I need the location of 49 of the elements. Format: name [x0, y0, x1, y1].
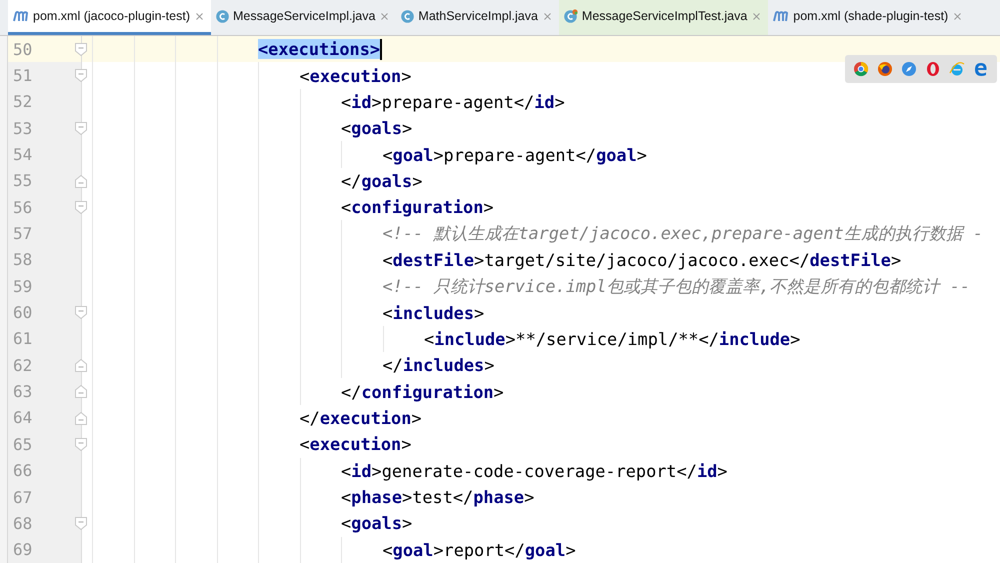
code-line: <goals>: [341, 513, 412, 534]
line-number: 59: [12, 276, 32, 296]
code-line: <id>generate-code-coverage-report</id>: [341, 460, 728, 481]
code-line: </execution>: [300, 408, 422, 428]
tab-label: MathServiceImpl.java: [418, 9, 538, 23]
line-number: 62: [12, 356, 32, 375]
code-line: <include>**/service/impl/**</include>: [424, 328, 800, 349]
code-line: </configuration>: [341, 382, 504, 402]
code-line: </includes>: [382, 355, 494, 376]
code-line: <phase>test</phase>: [341, 487, 534, 508]
code-line: <goal>report</goal>: [382, 540, 576, 560]
line-number: 67: [12, 488, 32, 507]
line-number: 61: [12, 329, 32, 348]
editor-tab[interactable]: MessageServiceImplTest.java: [558, 0, 768, 35]
code-line: <!-- 只统计service.impl包或其子包的覆盖率,不然是所有的包都统计 --: [382, 274, 970, 298]
tab-label: pom.xml (shade-plugin-test): [793, 9, 948, 23]
tab-label: MessageServiceImplTest.java: [582, 9, 748, 23]
line-number: 58: [12, 250, 32, 270]
code-line: <id>prepare-agent</id>: [341, 92, 565, 112]
tab-label: MessageServiceImpl.java: [233, 9, 376, 23]
code-line: <destFile>target/site/jacoco/jacoco.exec</destFile>: [382, 250, 902, 270]
line-number: 54: [12, 145, 32, 164]
line-number: 68: [12, 514, 32, 533]
code-line: <goal>prepare-agent</goal>: [382, 144, 647, 165]
code-line: </goals>: [341, 170, 422, 191]
editor-tab[interactable]: pom.xml (jacoco-plugin-test): [8, 0, 211, 35]
line-number: 63: [12, 382, 32, 402]
line-number: 69: [12, 540, 32, 560]
line-number: 64: [12, 408, 32, 428]
code-line: <execution>: [300, 434, 412, 454]
tab-label: pom.xml (jacoco-plugin-test): [33, 9, 190, 23]
line-number: 51: [12, 66, 32, 86]
line-number: 57: [12, 224, 32, 244]
line-number: 55: [12, 171, 32, 190]
code-line: <!-- 默认生成在target/jacoco.exec,prepare-agent生成的执行数据 -: [382, 222, 984, 246]
line-number: 56: [12, 198, 32, 217]
line-number: 65: [12, 434, 32, 454]
editor-tab[interactable]: MathServiceImpl.java: [396, 0, 559, 35]
code-line: <execution>: [300, 66, 412, 86]
line-number: 53: [12, 118, 32, 138]
editor-tab[interactable]: MessageServiceImpl.java: [211, 0, 396, 35]
code-line: <goals>: [341, 118, 412, 138]
line-number: 50: [12, 40, 32, 59]
code-line: <configuration>: [341, 197, 494, 218]
editor-tab[interactable]: pom.xml (shade-plugin-test): [768, 0, 970, 35]
line-number: 52: [12, 92, 32, 112]
code-line: <includes>: [382, 302, 484, 323]
line-number: 66: [12, 461, 32, 480]
line-number: 60: [12, 303, 32, 322]
